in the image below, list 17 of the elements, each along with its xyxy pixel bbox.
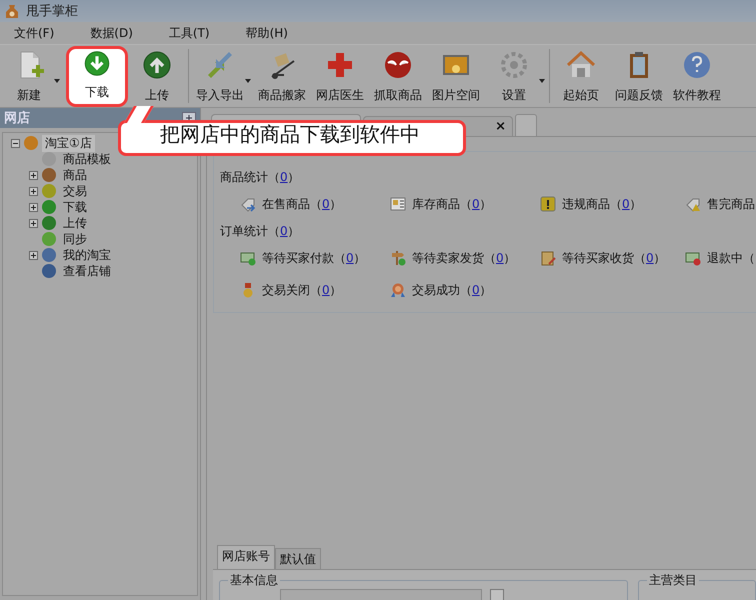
stat-label: 售完商品 (707, 196, 755, 212)
panel-title: 网店 (4, 110, 30, 127)
stat-label: 交易关闭（0） (262, 282, 342, 298)
stat-label: 违规商品（0） (562, 196, 642, 212)
stat-label: 在售商品（0） (262, 196, 342, 212)
window-title: 甩手掌柜 (26, 3, 78, 20)
stats-heading: 商品统计（0） (220, 169, 301, 186)
stat-label: 等待卖家发货（0） (412, 250, 516, 266)
hint-tooltip: 把网店中的商品下载到软件中 (118, 106, 466, 156)
stat-label: 退款中（ (707, 250, 755, 266)
stats-heading: 订单统计（0） (220, 223, 301, 240)
stat-label: 等待买家付款（0） (262, 250, 366, 266)
stat-label: 交易成功（0） (412, 282, 492, 298)
stat-label: 库存商品（0） (412, 196, 492, 212)
group-title: 主营类目 (646, 572, 699, 589)
stat-label: 等待买家收货（0） (562, 250, 666, 266)
group-title: 基本信息 (228, 572, 280, 589)
